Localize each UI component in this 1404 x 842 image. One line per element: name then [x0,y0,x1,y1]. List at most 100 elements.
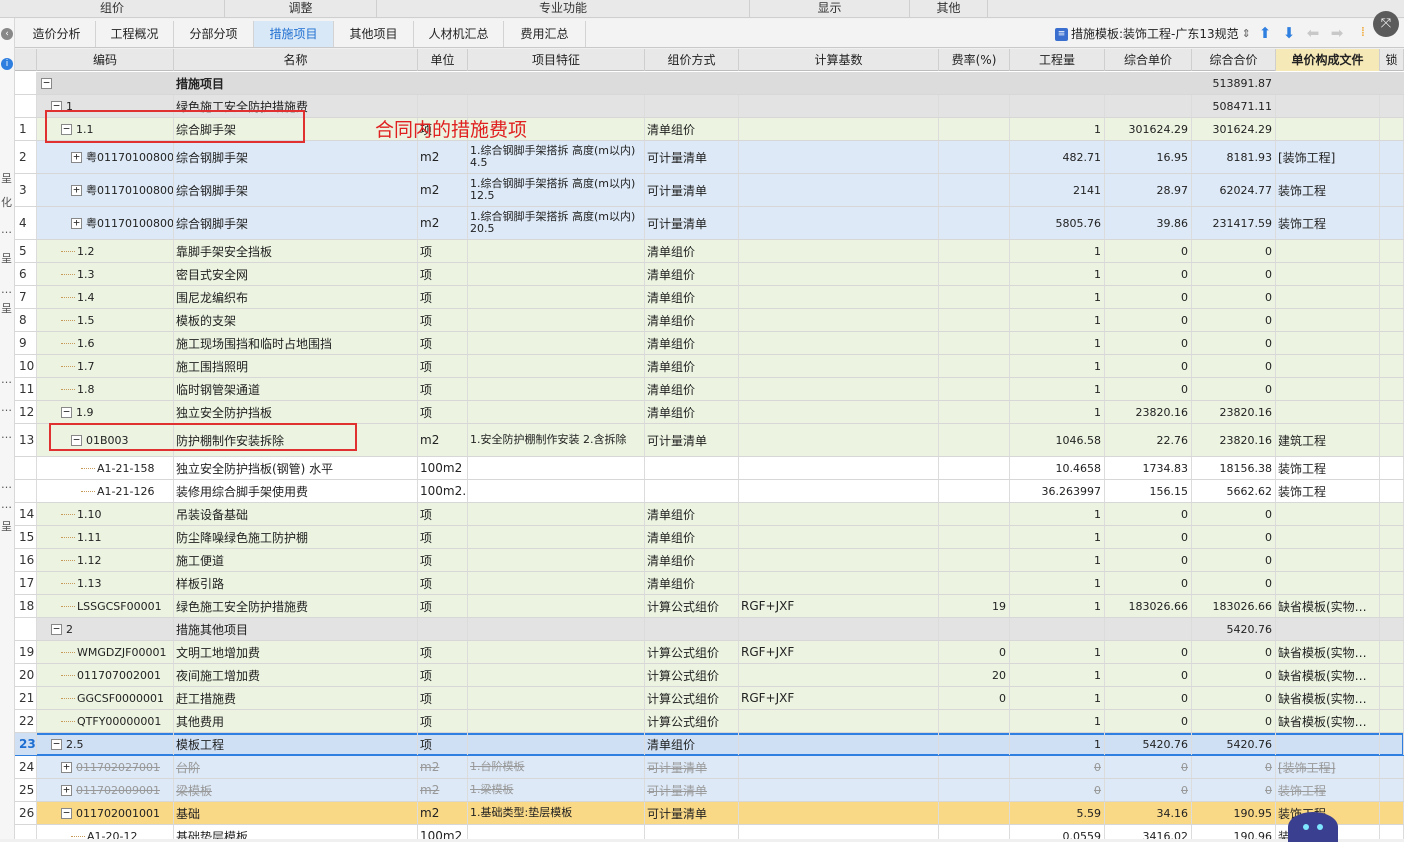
cell-features[interactable]: 1.台阶模板 [468,756,645,778]
col-header-price-file[interactable]: 单价构成文件 [1276,49,1380,71]
cell-features[interactable]: 1.梁模板 [468,779,645,801]
cell-rate[interactable] [939,378,1010,400]
cell-unit-price[interactable]: 0 [1105,710,1192,732]
cell-total-price[interactable]: 190.96 [1192,825,1276,839]
cell-features[interactable] [468,240,645,262]
cell-total-price[interactable]: 513891.87 [1192,72,1276,94]
cell-row-number[interactable]: 20 [15,664,37,686]
tab-project-overview[interactable]: 工程概况 [96,21,174,47]
table-row[interactable]: 7 1.4 围尼龙编织布 项 清单组价 1 0 0 [15,286,1404,309]
cell-code[interactable]: 1.7 [37,355,174,377]
cell-row-number[interactable]: 21 [15,687,37,709]
cell-unit-price[interactable]: 0 [1105,664,1192,686]
cell-calc-base[interactable] [739,756,939,778]
col-header-rate[interactable]: 费率(%) [939,49,1010,71]
cell-total-price[interactable]: 190.95 [1192,802,1276,824]
cell-quantity[interactable] [1010,618,1105,640]
cell-row-number[interactable]: 15 [15,526,37,548]
cell-price-file[interactable] [1276,95,1380,117]
cell-unit-price[interactable]: 0 [1105,378,1192,400]
ribbon-group-display[interactable]: 显示 [750,0,910,18]
cell-row-number[interactable]: 14 [15,503,37,525]
cell-unit-price[interactable]: 0 [1105,355,1192,377]
table-row[interactable]: 25 +011702009001 梁模板 m2 1.梁模板 可计量清单 0 0 0 装饰工程 [15,779,1404,802]
cell-total-price[interactable]: 0 [1192,779,1276,801]
cell-rate[interactable] [939,825,1010,839]
cell-name[interactable]: 夜间施工增加费 [174,664,418,686]
cell-price-file[interactable]: 装饰工程 [1276,207,1380,239]
cell-calc-base[interactable] [739,118,939,140]
cell-unit[interactable]: 项 [418,503,468,525]
cell-row-number[interactable]: 10 [15,355,37,377]
cell-unit[interactable]: 项 [418,526,468,548]
cell-unit-price[interactable]: 156.15 [1105,480,1192,502]
expand-icon[interactable]: + [61,784,72,796]
cell-features[interactable] [468,95,645,117]
cell-code[interactable]: +011702009001 [37,779,174,801]
cell-lock[interactable] [1380,141,1404,173]
cell-row-number[interactable]: 1 [15,118,37,140]
cell-total-price[interactable]: 0 [1192,263,1276,285]
cell-pricing-method[interactable]: 可计量清单 [645,207,739,239]
cell-unit-price[interactable]: 0 [1105,526,1192,548]
cell-name[interactable]: 围尼龙编织布 [174,286,418,308]
cell-lock[interactable] [1380,733,1404,755]
cell-price-file[interactable] [1276,286,1380,308]
ribbon-group-pricing[interactable]: 组价 [0,0,225,18]
cell-row-number[interactable] [15,825,37,839]
cell-unit-price[interactable]: 23820.16 [1105,401,1192,423]
cell-rate[interactable] [939,733,1010,755]
cell-unit-price[interactable]: 183026.66 [1105,595,1192,617]
template-selector[interactable]: ≡ 措施模板:装饰工程-广东13规范 ⇕ [1055,21,1251,47]
cell-quantity[interactable]: 1 [1010,240,1105,262]
cell-name[interactable]: 施工便道 [174,549,418,571]
tab-other-items[interactable]: 其他项目 [334,21,414,47]
cell-total-price[interactable]: 0 [1192,286,1276,308]
cell-unit-price[interactable]: 28.97 [1105,174,1192,206]
cell-name[interactable]: 临时钢管架通道 [174,378,418,400]
cell-name[interactable]: 独立安全防护挡板(钢管) 水平 [174,457,418,479]
cell-lock[interactable] [1380,618,1404,640]
cell-price-file[interactable] [1276,263,1380,285]
cell-code[interactable]: − [37,72,174,94]
cell-calc-base[interactable] [739,480,939,502]
cell-lock[interactable] [1380,549,1404,571]
table-row[interactable]: 2 + 粤011701008001 综合钢脚手架 m2 1.综合钢脚手架搭拆 高度(m以内… [15,141,1404,174]
cell-price-file[interactable]: 装饰工程 [1276,779,1380,801]
cell-rate[interactable]: 0 [939,641,1010,663]
tab-labor-material-summary[interactable]: 人材机汇总 [414,21,504,47]
table-row[interactable]: A1-21-158 独立安全防护挡板(钢管) 水平 100m2 10.4658 1734… [15,457,1404,480]
cell-unit[interactable]: m2 [418,756,468,778]
cell-code[interactable]: −2 [37,618,174,640]
cell-lock[interactable] [1380,378,1404,400]
cell-features[interactable] [468,549,645,571]
cell-quantity[interactable]: 5.59 [1010,802,1105,824]
cell-name[interactable]: 样板引路 [174,572,418,594]
cell-quantity[interactable]: 1 [1010,733,1105,755]
cell-pricing-method[interactable]: 可计量清单 [645,424,739,456]
cell-quantity[interactable]: 0.0559 [1010,825,1105,839]
cell-rate[interactable] [939,756,1010,778]
cell-pricing-method[interactable]: 清单组价 [645,332,739,354]
cell-price-file[interactable]: 缺省模板(实物… [1276,641,1380,663]
table-row[interactable]: 8 1.5 模板的支架 项 清单组价 1 0 0 [15,309,1404,332]
cell-code[interactable]: 011707002001 [37,664,174,686]
cell-pricing-method[interactable] [645,618,739,640]
cell-calc-base[interactable] [739,424,939,456]
cell-price-file[interactable] [1276,572,1380,594]
cell-features[interactable] [468,710,645,732]
cell-pricing-method[interactable]: 计算公式组价 [645,641,739,663]
cell-calc-base[interactable] [739,355,939,377]
cell-calc-base[interactable] [739,207,939,239]
cell-pricing-method[interactable]: 清单组价 [645,503,739,525]
cell-code[interactable]: GGCSF0000001 [37,687,174,709]
cell-code[interactable]: 1.8 [37,378,174,400]
table-row[interactable]: 6 1.3 密目式安全网 项 清单组价 1 0 0 [15,263,1404,286]
cell-unit-price[interactable]: 16.95 [1105,141,1192,173]
ribbon-group-other[interactable]: 其他 [910,0,988,18]
cell-unit[interactable]: 项 [418,332,468,354]
cell-code[interactable]: 1.5 [37,309,174,331]
cell-rate[interactable] [939,240,1010,262]
cell-total-price[interactable]: 301624.29 [1192,118,1276,140]
arrow-up-icon[interactable]: ⬆ [1256,24,1274,42]
